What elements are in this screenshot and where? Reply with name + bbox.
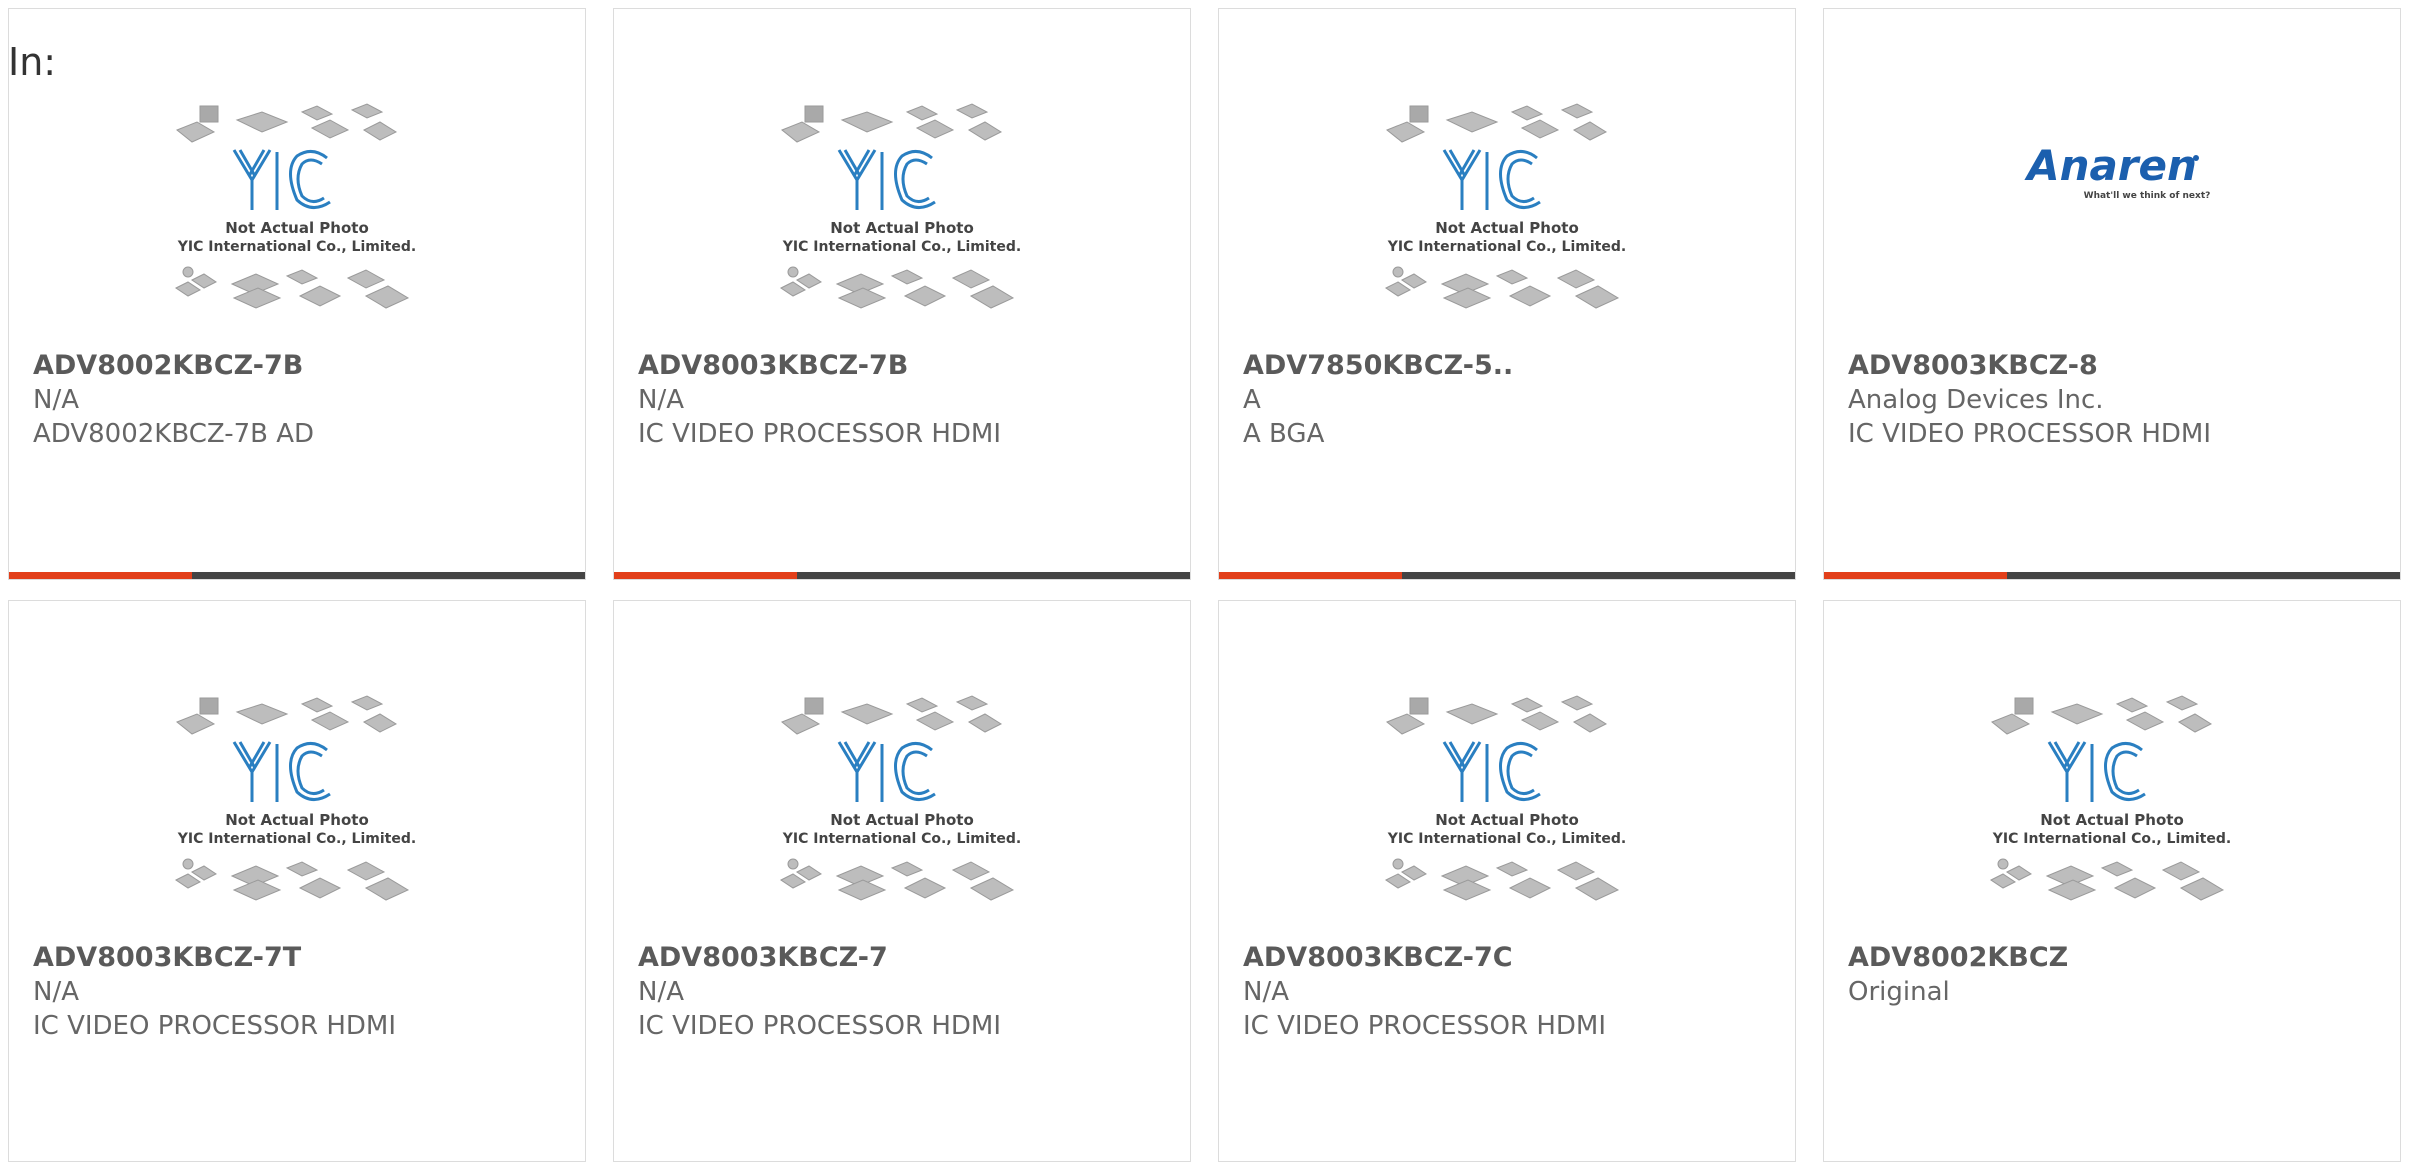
placeholder-caption-2: YIC International Co., Limited. [1387,831,1626,847]
placeholder-caption-2: YIC International Co., Limited. [1387,239,1626,255]
placeholder-caption-1: Not Actual Photo [830,219,974,237]
product-card[interactable]: Not Actual Photo YIC International Co., … [613,600,1191,1162]
product-info: ADV8002KBCZ Original [1848,941,2384,1009]
placeholder-caption-1: Not Actual Photo [1435,811,1579,829]
product-grid: Not Actual Photo YIC International Co., … [8,8,2402,1162]
yic-placeholder-icon: Not Actual Photo YIC International Co., … [780,695,1021,901]
product-info: ADV8003KBCZ-8 Analog Devices Inc. IC VID… [1848,349,2384,451]
part-number[interactable]: ADV8003KBCZ-7B [638,349,1174,383]
placeholder-caption-1: Not Actual Photo [1435,219,1579,237]
product-info: ADV8003KBCZ-7 N/A IC VIDEO PROCESSOR HDM… [638,941,1174,1043]
part-number[interactable]: ADV8002KBCZ [1848,941,2384,975]
manufacturer: N/A [33,385,79,415]
placeholder-caption-2: YIC International Co., Limited. [1992,831,2231,847]
card-bottom-bar [1219,572,1795,579]
product-info: ADV8003KBCZ-7B N/A IC VIDEO PROCESSOR HD… [638,349,1174,451]
manufacturer: N/A [33,977,79,1007]
yic-placeholder-icon: Not Actual Photo YIC International Co., … [175,103,416,309]
part-number[interactable]: ADV8003KBCZ-7T [33,941,569,975]
description: IC VIDEO PROCESSOR HDMI [33,1011,396,1041]
product-card[interactable]: Not Actual Photo YIC International Co., … [1823,600,2401,1162]
product-card[interactable]: Not Actual Photo YIC International Co., … [8,8,586,580]
manufacturer: A [1243,385,1261,415]
placeholder-caption-2: YIC International Co., Limited. [177,239,416,255]
product-card[interactable]: Not Actual Photo YIC International Co., … [1218,600,1796,1162]
part-number[interactable]: ADV8003KBCZ-7 [638,941,1174,975]
product-info: ADV7850KBCZ-5.. A A BGA [1243,349,1779,451]
manufacturer: Original [1848,977,1950,1007]
description: IC VIDEO PROCESSOR HDMI [638,419,1001,449]
part-number[interactable]: ADV7850KBCZ-5.. [1243,349,1779,383]
product-info: ADV8002KBCZ-7B N/A ADV8002KBCZ-7B AD [33,349,569,451]
product-card[interactable]: Not Actual Photo YIC International Co., … [1218,8,1796,580]
placeholder-caption-1: Not Actual Photo [830,811,974,829]
manufacturer: N/A [638,977,684,1007]
placeholder-caption-1: Not Actual Photo [225,811,369,829]
in-label: In: [8,40,57,84]
card-accent-bar [9,572,192,579]
manufacturer: N/A [1243,977,1289,1007]
anaren-logo-icon: Anaren What'll we think of next? [2024,141,2211,201]
yic-placeholder-icon: Not Actual Photo YIC International Co., … [780,103,1021,309]
placeholder-caption-2: YIC International Co., Limited. [782,831,1021,847]
product-card[interactable]: Anaren What'll we think of next? ADV8003… [1823,8,2401,580]
description: A BGA [1243,419,1325,449]
description: ADV8002KBCZ-7B AD [33,419,315,449]
placeholder-caption-2: YIC International Co., Limited. [782,239,1021,255]
placeholder-caption-1: Not Actual Photo [225,219,369,237]
yic-placeholder-icon: Not Actual Photo YIC International Co., … [1990,695,2231,901]
card-bottom-bar [1824,572,2400,579]
product-info: ADV8003KBCZ-7C N/A IC VIDEO PROCESSOR HD… [1243,941,1779,1043]
product-image[interactable]: Not Actual Photo YIC International Co., … [614,681,1190,943]
card-accent-bar [614,572,797,579]
product-image[interactable]: Not Actual Photo YIC International Co., … [614,89,1190,351]
description: IC VIDEO PROCESSOR HDMI [638,1011,1001,1041]
card-accent-bar [1219,572,1402,579]
description: IC VIDEO PROCESSOR HDMI [1243,1011,1606,1041]
product-image[interactable]: Not Actual Photo YIC International Co., … [1219,681,1795,943]
placeholder-caption-2: YIC International Co., Limited. [177,831,416,847]
part-number[interactable]: ADV8003KBCZ-8 [1848,349,2384,383]
card-accent-bar [1824,572,2007,579]
part-number[interactable]: ADV8002KBCZ-7B [33,349,569,383]
product-image[interactable]: Not Actual Photo YIC International Co., … [9,89,585,351]
placeholder-caption-1: Not Actual Photo [2040,811,2184,829]
product-image[interactable]: Not Actual Photo YIC International Co., … [9,681,585,943]
product-image[interactable]: Not Actual Photo YIC International Co., … [1219,89,1795,351]
yic-placeholder-icon: Not Actual Photo YIC International Co., … [175,695,416,901]
card-bottom-bar [9,572,585,579]
part-number[interactable]: ADV8003KBCZ-7C [1243,941,1779,975]
anaren-tagline: What'll we think of next? [2084,191,2211,201]
yic-placeholder-icon: Not Actual Photo YIC International Co., … [1385,103,1626,309]
manufacturer: N/A [638,385,684,415]
card-bottom-bar [614,572,1190,579]
yic-placeholder-icon: Not Actual Photo YIC International Co., … [1385,695,1626,901]
product-card[interactable]: Not Actual Photo YIC International Co., … [613,8,1191,580]
product-image[interactable]: Anaren What'll we think of next? [1824,89,2400,351]
anaren-logo-text: Anaren [2024,141,2197,190]
product-info: ADV8003KBCZ-7T N/A IC VIDEO PROCESSOR HD… [33,941,569,1043]
product-image[interactable]: Not Actual Photo YIC International Co., … [1824,681,2400,943]
product-card[interactable]: Not Actual Photo YIC International Co., … [8,600,586,1162]
manufacturer: Analog Devices Inc. [1848,385,2104,415]
description: IC VIDEO PROCESSOR HDMI [1848,419,2211,449]
